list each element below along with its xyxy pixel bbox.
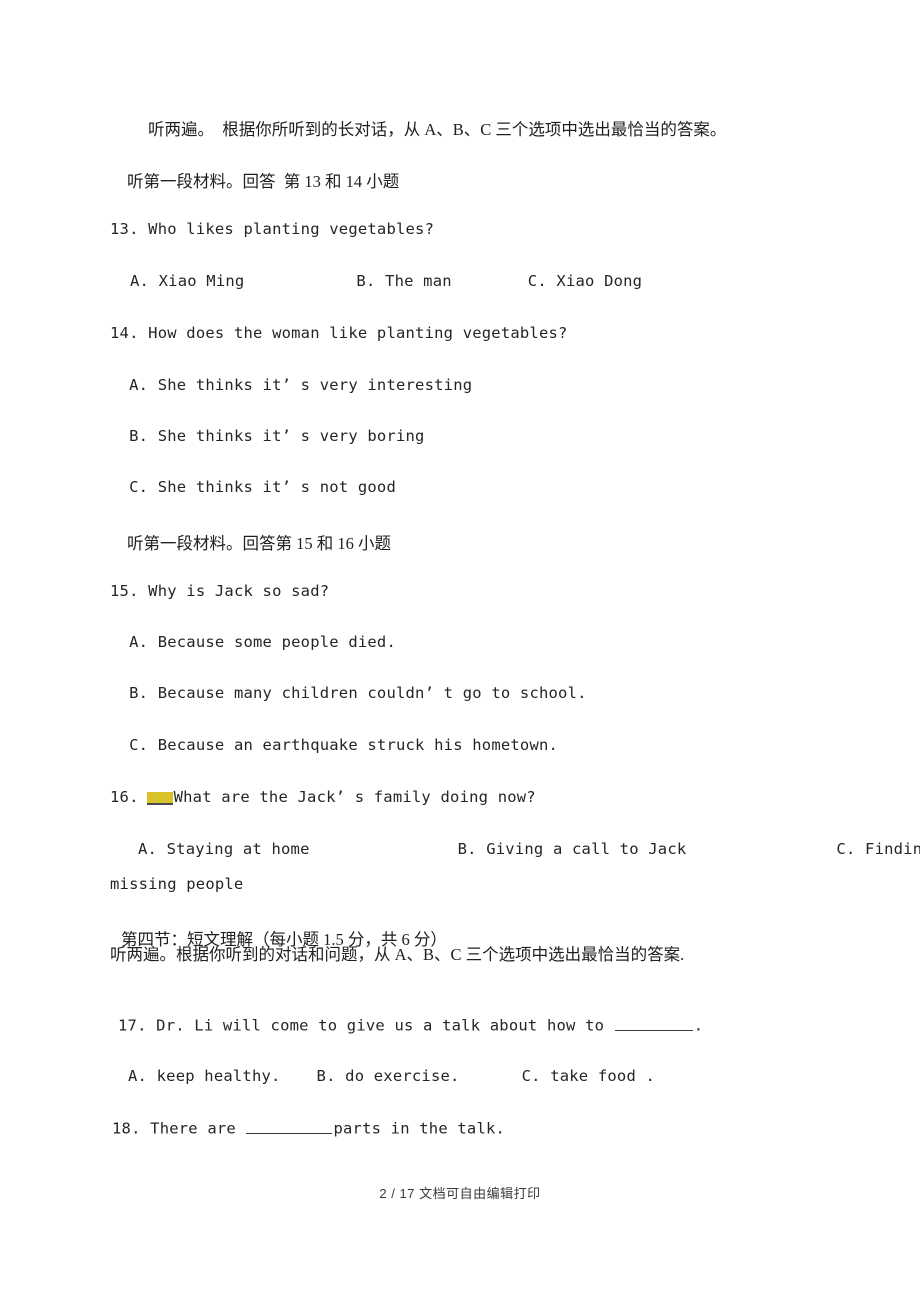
question-16-options: A. Staying at home B. Giving a call to Ja… <box>110 840 920 858</box>
question-18-stem: 18. There are parts in the talk. <box>112 1118 505 1138</box>
question-16-option-a-text: Staying at home <box>166 840 310 858</box>
question-14-option-b-label: B. <box>129 427 149 445</box>
question-13-option-c-text: Xiao Dong <box>556 272 643 290</box>
page-number: 2 / 17 <box>379 1186 415 1201</box>
page-footer: 2 / 17 文档可自由编辑打印 <box>0 1183 920 1202</box>
question-14-option-a-text: She thinks it’ s very interesting <box>157 376 473 394</box>
question-16-option-b-label: B. <box>457 840 477 858</box>
question-17-answer-blank[interactable] <box>614 1015 693 1031</box>
question-15-option-a[interactable]: A. Because some people died. <box>110 633 396 651</box>
question-16-option-c-label: C. <box>836 840 856 858</box>
question-16-option-c-text: Finding the <box>865 840 920 858</box>
question-17-number: 17. <box>118 1016 147 1035</box>
footer-note: 文档可自由编辑打印 <box>419 1186 541 1201</box>
question-14-option-c-text: She thinks it’ s not good <box>157 478 396 496</box>
question-17-option-c-label: C. <box>521 1067 541 1085</box>
question-16-number: 16. <box>110 788 139 806</box>
question-13-option-a-label: A. <box>130 272 150 290</box>
question-17-option-b-text: do exercise. <box>345 1067 460 1085</box>
question-16-option-b-text: Giving a call to Jack <box>486 840 687 858</box>
question-15-option-c[interactable]: C. Because an earthquake struck his home… <box>110 736 558 754</box>
question-13-text: Who likes planting vegetables? <box>148 220 435 238</box>
question-15-option-b[interactable]: B. Because many children couldn’ t go to… <box>110 684 587 702</box>
question-14-option-a-label: A. <box>129 376 149 394</box>
question-16-option-c-wrapped-text: missing people <box>110 875 244 893</box>
question-18-answer-blank[interactable] <box>246 1118 333 1134</box>
question-16-option-a-label: A. <box>138 840 158 858</box>
question-15-option-c-label: C. <box>129 736 149 754</box>
question-13-option-c[interactable]: C. Xiao Dong <box>452 272 642 290</box>
question-16-option-c[interactable]: C. Finding the <box>686 840 920 858</box>
question-17-option-a[interactable]: A. keep healthy. <box>118 1067 281 1085</box>
question-17-option-a-text: keep healthy. <box>156 1067 281 1085</box>
question-15-option-b-label: B. <box>129 684 149 702</box>
instruction-material-15-16: 听第一段材料。回答第 15 和 16 小题 <box>127 534 391 553</box>
question-17-option-c-text: take food . <box>550 1067 656 1085</box>
question-15-stem: 15. Why is Jack so sad? <box>110 582 329 600</box>
question-16-option-a[interactable]: A. Staying at home <box>110 840 310 858</box>
question-17-options: A. keep healthy. B. do exercise. C. take f… <box>118 1067 655 1085</box>
question-16-stem: 16. What are the Jack’ s family doing now… <box>110 788 536 806</box>
question-17-option-c[interactable]: C. take food . <box>460 1067 655 1085</box>
question-13-number: 13. <box>110 220 139 238</box>
question-13-option-b-text: The man <box>385 272 452 290</box>
question-14-option-c-label: C. <box>129 478 149 496</box>
question-18-text-after-blank: parts in the talk. <box>333 1119 506 1138</box>
question-15-option-c-text: Because an earthquake struck his hometow… <box>157 736 559 754</box>
document-page: 听两遍。 根据你所听到的长对话，从 A、B、C 三个选项中选出最恰当的答案。 听… <box>0 0 920 1302</box>
question-14-text: How does the woman like planting vegetab… <box>148 324 568 342</box>
instruction-listen-twice-passage: 听两遍。根据你听到的对话和问题，从 A、B、C 三个选项中选出最恰当的答案. <box>110 945 685 964</box>
highlighted-blank-icon <box>146 792 173 805</box>
question-14-option-a[interactable]: A. She thinks it’ s very interesting <box>110 376 472 394</box>
question-13-option-a-text: Xiao Ming <box>158 272 245 290</box>
question-16-text: What are the Jack’ s family doing now? <box>173 788 536 806</box>
question-17-text-after-blank: . <box>693 1016 704 1035</box>
question-15-text: Why is Jack so sad? <box>148 582 330 600</box>
question-13-options: A. Xiao Ming B. The man C. Xiao Dong <box>110 272 810 290</box>
instruction-listen-twice-long-dialogue: 听两遍。 根据你所听到的长对话，从 A、B、C 三个选项中选出最恰当的答案。 <box>148 120 727 139</box>
question-15-option-a-label: A. <box>129 633 149 651</box>
question-14-option-c[interactable]: C. She thinks it’ s not good <box>110 478 396 496</box>
question-15-option-b-text: Because many children couldn’ t go to sc… <box>157 684 587 702</box>
question-17-option-b-label: B. <box>316 1067 336 1085</box>
question-14-option-b-text: She thinks it’ s very boring <box>157 427 425 445</box>
question-18-number: 18. <box>112 1119 141 1138</box>
question-13-stem: 13. Who likes planting vegetables? <box>110 220 434 238</box>
question-13-option-b[interactable]: B. The man <box>244 272 451 290</box>
question-15-number: 15. <box>110 582 139 600</box>
instruction-material-13-14: 听第一段材料。回答 第 13 和 14 小题 <box>127 172 400 191</box>
question-18-text-before-blank: There are <box>150 1119 246 1138</box>
question-17-option-a-label: A. <box>128 1067 148 1085</box>
question-16-option-b[interactable]: B. Giving a call to Jack <box>310 840 687 858</box>
question-13-option-a[interactable]: A. Xiao Ming <box>110 272 244 290</box>
question-14-stem: 14. How does the woman like planting veg… <box>110 324 568 342</box>
question-15-option-a-text: Because some people died. <box>157 633 396 651</box>
question-17-option-b[interactable]: B. do exercise. <box>281 1067 460 1085</box>
question-14-option-b[interactable]: B. She thinks it’ s very boring <box>110 427 425 445</box>
question-14-number: 14. <box>110 324 139 342</box>
question-17-text-before-blank: Dr. Li will come to give us a talk about… <box>156 1016 614 1035</box>
question-13-option-c-label: C. <box>527 272 547 290</box>
question-13-option-b-label: B. <box>356 272 376 290</box>
question-17-stem: 17. Dr. Li will come to give us a talk a… <box>118 1015 703 1035</box>
